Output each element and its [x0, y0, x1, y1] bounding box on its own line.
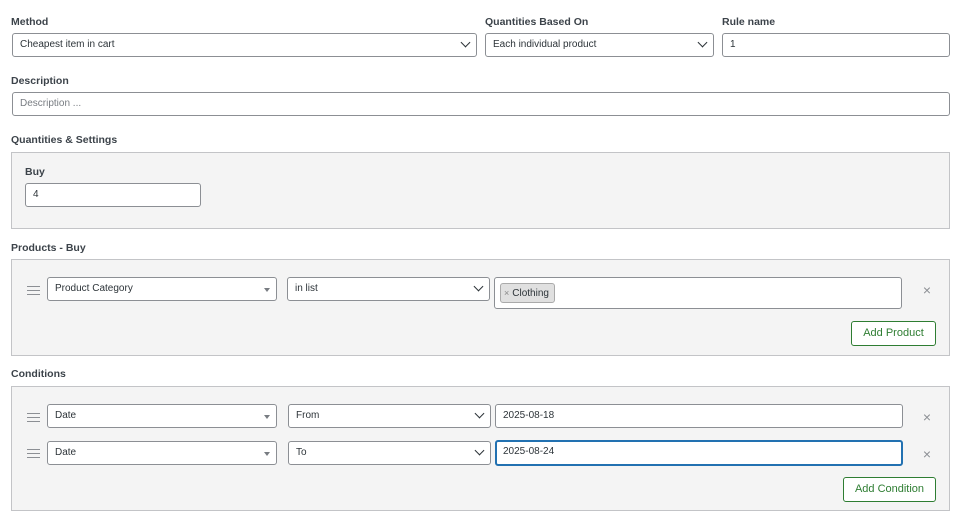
chevron-down-icon: [473, 281, 484, 292]
buy-label: Buy: [25, 166, 45, 178]
tag-remove-icon[interactable]: ×: [504, 288, 509, 298]
condition-operator-value: To: [296, 447, 307, 458]
quantities-settings-label: Quantities & Settings: [11, 134, 118, 146]
tag-clothing: × Clothing: [500, 283, 555, 303]
condition-date-input-focused[interactable]: 2025-08-24: [495, 440, 903, 466]
quantities-based-on-value: Each individual product: [493, 39, 597, 50]
product-type-value: Product Category: [55, 283, 133, 294]
condition-type-value: Date: [55, 410, 77, 421]
description-input[interactable]: Description ...: [12, 92, 950, 116]
chevron-down-icon: [460, 37, 471, 48]
caret-down-icon: [264, 452, 270, 456]
condition-operator-select[interactable]: To: [288, 441, 491, 465]
products-buy-label: Products - Buy: [11, 242, 86, 254]
rule-name-input[interactable]: 1: [722, 33, 950, 57]
products-buy-panel: Product Category in list × Clothing × Add…: [11, 259, 950, 356]
remove-condition-row-icon[interactable]: ×: [921, 447, 933, 461]
product-values-multiselect[interactable]: × Clothing: [494, 277, 902, 309]
condition-date-input[interactable]: 2025-08-18: [495, 404, 903, 428]
drag-handle-icon[interactable]: [27, 449, 40, 458]
chevron-down-icon: [697, 37, 708, 48]
quantities-settings-panel: Buy 4: [11, 152, 950, 229]
product-operator-select[interactable]: in list: [287, 277, 490, 301]
conditions-label: Conditions: [11, 368, 66, 380]
drag-handle-icon[interactable]: [27, 286, 40, 295]
remove-product-row-icon[interactable]: ×: [921, 283, 933, 297]
buy-quantity-input[interactable]: 4: [25, 183, 201, 207]
condition-operator-select[interactable]: From: [288, 404, 491, 428]
caret-down-icon: [264, 288, 270, 292]
condition-type-select[interactable]: Date: [47, 404, 277, 428]
caret-down-icon: [264, 415, 270, 419]
add-condition-button[interactable]: Add Condition: [843, 477, 936, 502]
condition-type-select[interactable]: Date: [47, 441, 277, 465]
method-label: Method: [11, 16, 49, 28]
conditions-panel: Date From 2025-08-18 × Date To 2025-08-2…: [11, 386, 950, 511]
chevron-down-icon: [474, 408, 485, 419]
add-product-button[interactable]: Add Product: [851, 321, 936, 346]
quantities-based-on-select[interactable]: Each individual product: [485, 33, 714, 57]
condition-operator-value: From: [296, 410, 320, 421]
condition-type-value: Date: [55, 447, 77, 458]
description-label: Description: [11, 75, 69, 87]
remove-condition-row-icon[interactable]: ×: [921, 410, 933, 424]
quantities-based-on-label: Quantities Based On: [485, 16, 589, 28]
method-select-value: Cheapest item in cart: [20, 39, 115, 50]
rule-name-label: Rule name: [722, 16, 776, 28]
method-select[interactable]: Cheapest item in cart: [12, 33, 477, 57]
chevron-down-icon: [474, 445, 485, 456]
drag-handle-icon[interactable]: [27, 413, 40, 422]
product-type-select[interactable]: Product Category: [47, 277, 277, 301]
product-operator-value: in list: [295, 283, 318, 294]
tag-label: Clothing: [512, 288, 549, 299]
